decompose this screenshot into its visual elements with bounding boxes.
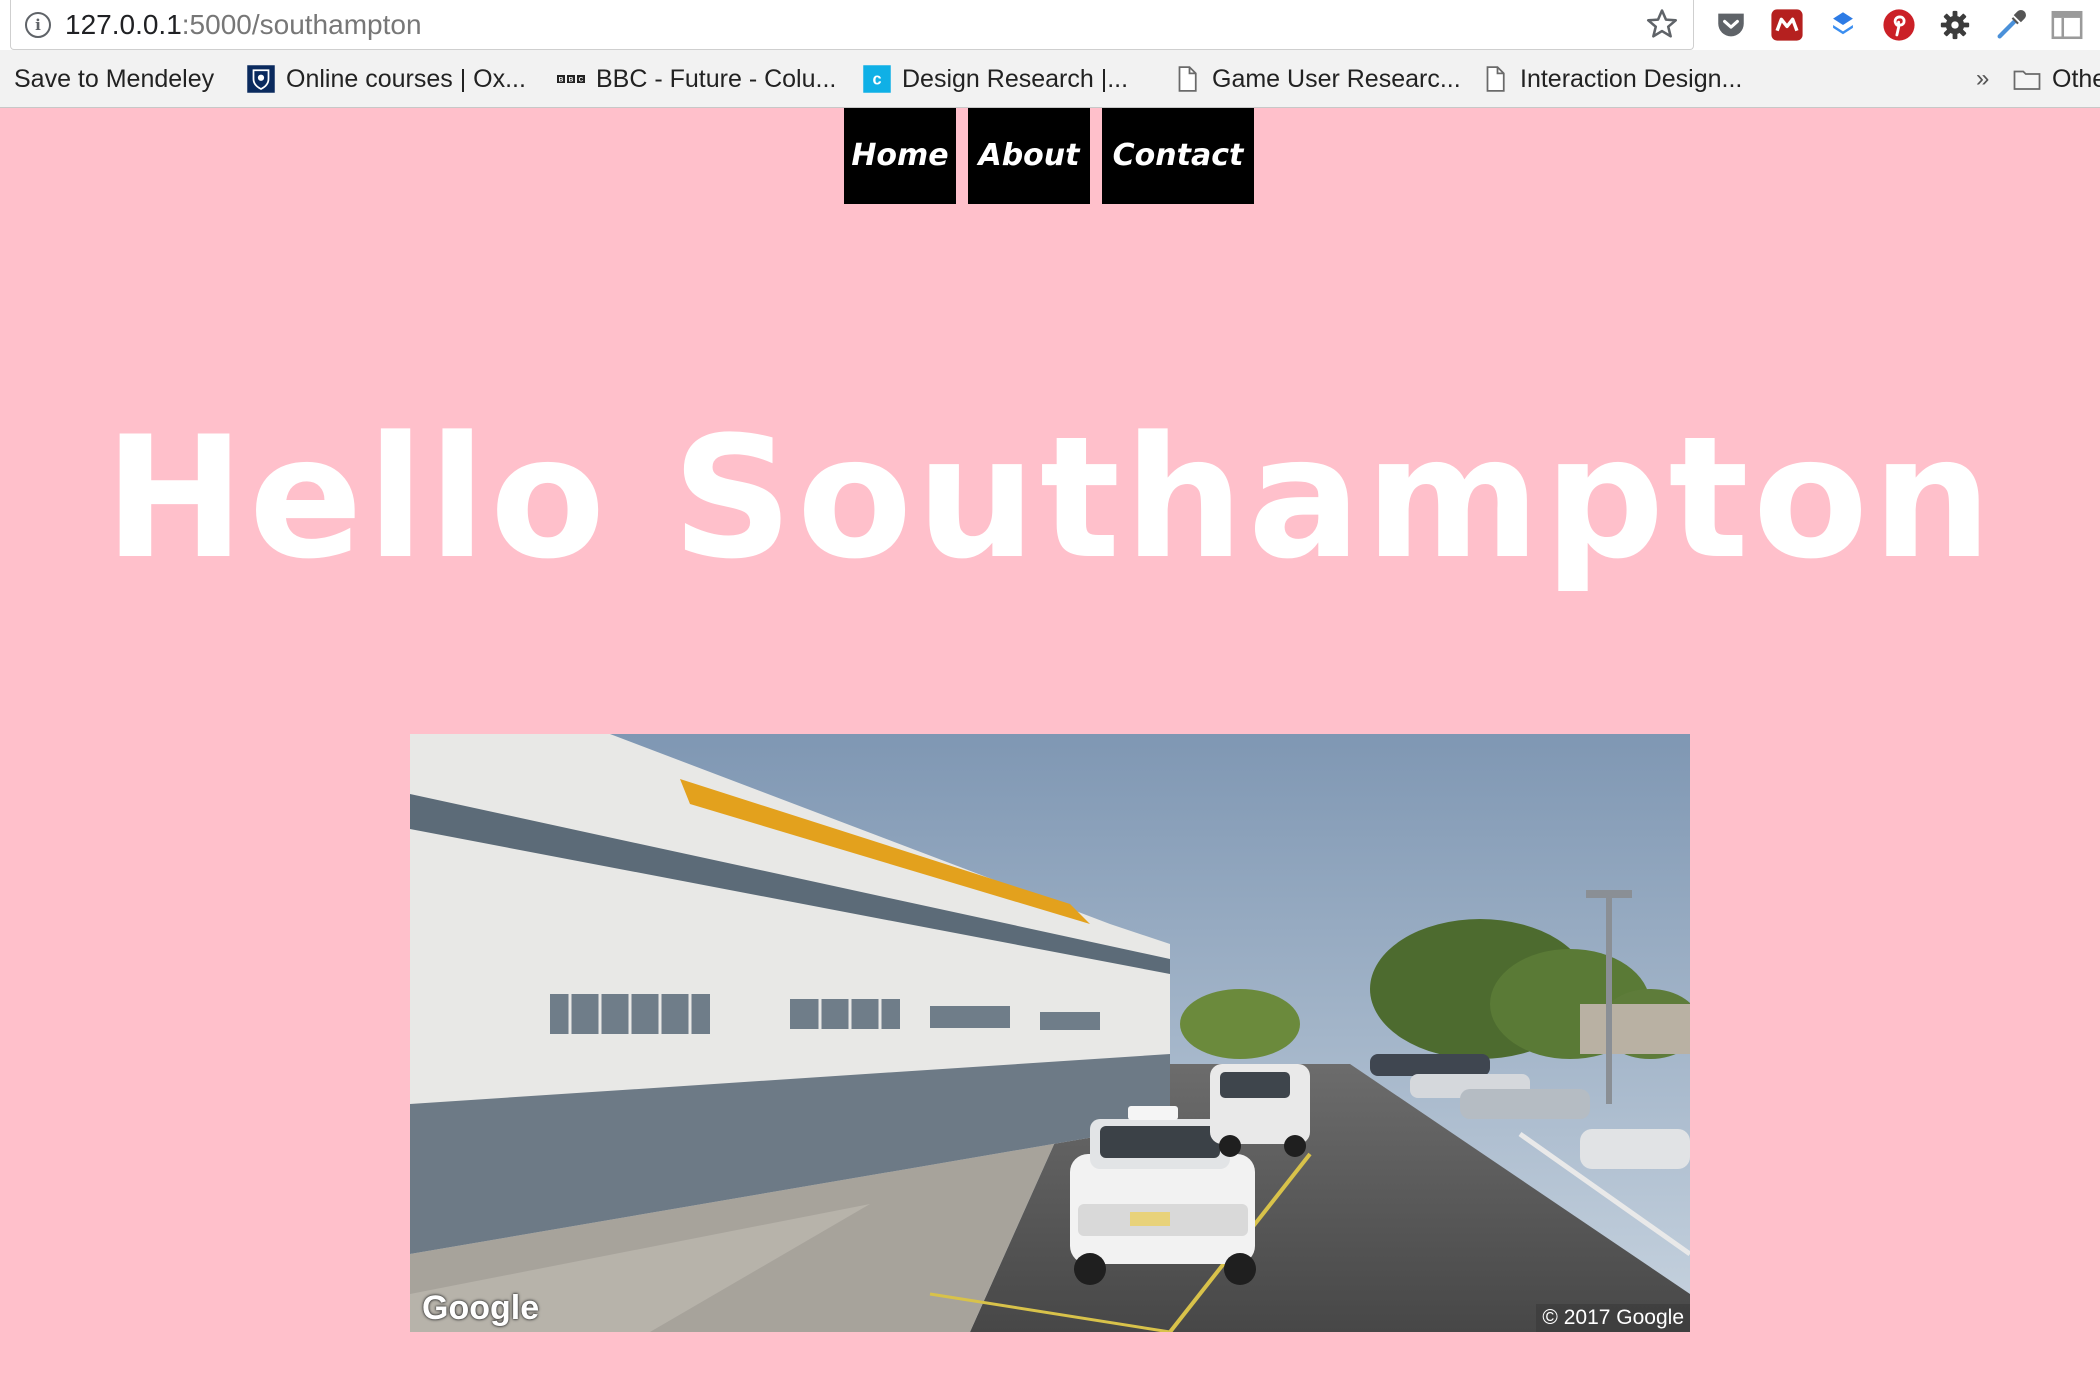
bookmark-online-courses[interactable]: Online courses | Ox... [246, 63, 526, 95]
google-logo: Google [422, 1289, 540, 1327]
page-title: Hello Southampton [104, 400, 1996, 596]
bookmark-label: Game User Researc... [1212, 64, 1461, 93]
chevron-label: » [1976, 65, 1990, 92]
dropbox-icon[interactable] [1826, 8, 1860, 42]
bookmark-label: Save to Mendeley [14, 64, 215, 93]
pocket-icon[interactable] [1714, 8, 1748, 42]
oxford-crest-icon [247, 65, 275, 93]
bookmark-label: Design Research |... [902, 64, 1129, 93]
bookmark-bbc-future[interactable]: B B C BBC - Future - Colu... [556, 63, 836, 95]
pinterest-icon[interactable] [1882, 8, 1916, 42]
street-view-image[interactable]: Google © 2017 Google [410, 734, 1690, 1332]
c-logo-icon: c [863, 65, 891, 93]
bookmarks-overflow-chevron[interactable]: » [1976, 63, 1989, 95]
bookmark-label: Online courses | Ox... [286, 64, 526, 93]
copyright-label: © 2017 Google [1536, 1304, 1690, 1332]
browser-toolbar: i 127.0.0.1:5000/southampton [0, 0, 2100, 50]
panel-icon[interactable] [2050, 8, 2084, 42]
main-nav: Home About Contact [844, 108, 1254, 204]
address-bar[interactable]: i 127.0.0.1:5000/southampton [10, 0, 1694, 50]
nav-contact-link[interactable]: Contact [1102, 108, 1254, 204]
svg-text:C: C [579, 77, 584, 84]
bookmark-design-research[interactable]: c Design Research |... [862, 63, 1128, 95]
page-body: Home About Contact Hello Southampton Goo… [0, 108, 2100, 1376]
bookmarks-bar: Save to Mendeley Online courses | Ox... … [0, 50, 2100, 108]
bookmark-other-folder[interactable]: Othe [2012, 63, 2100, 95]
bookmark-label: Othe [2052, 64, 2100, 93]
bookmark-interaction-design[interactable]: Interaction Design... [1480, 63, 1742, 95]
bookmark-label: Interaction Design... [1520, 64, 1743, 93]
nav-about-link[interactable]: About [968, 108, 1090, 204]
info-icon[interactable]: i [25, 12, 51, 38]
eyedropper-icon[interactable] [1994, 8, 2028, 42]
street-scene-illustration [410, 734, 1690, 1332]
svg-text:c: c [872, 71, 881, 89]
url-text[interactable]: 127.0.0.1:5000/southampton [65, 9, 422, 41]
bookmark-label: BBC - Future - Colu... [596, 64, 837, 93]
bbc-icon: B B C [557, 75, 585, 84]
page-icon [1486, 66, 1505, 92]
mendeley-icon[interactable] [1770, 8, 1804, 42]
svg-text:B: B [569, 77, 574, 84]
page-icon [1178, 66, 1197, 92]
folder-icon [2013, 70, 2041, 90]
bookmark-save-to-mendeley[interactable]: Save to Mendeley [14, 63, 214, 95]
nav-home-link[interactable]: Home [844, 108, 956, 204]
svg-text:B: B [559, 77, 564, 84]
bookmark-game-user-research[interactable]: Game User Researc... [1172, 63, 1461, 95]
star-icon[interactable] [1645, 6, 1679, 42]
gear-icon[interactable] [1938, 8, 1972, 42]
